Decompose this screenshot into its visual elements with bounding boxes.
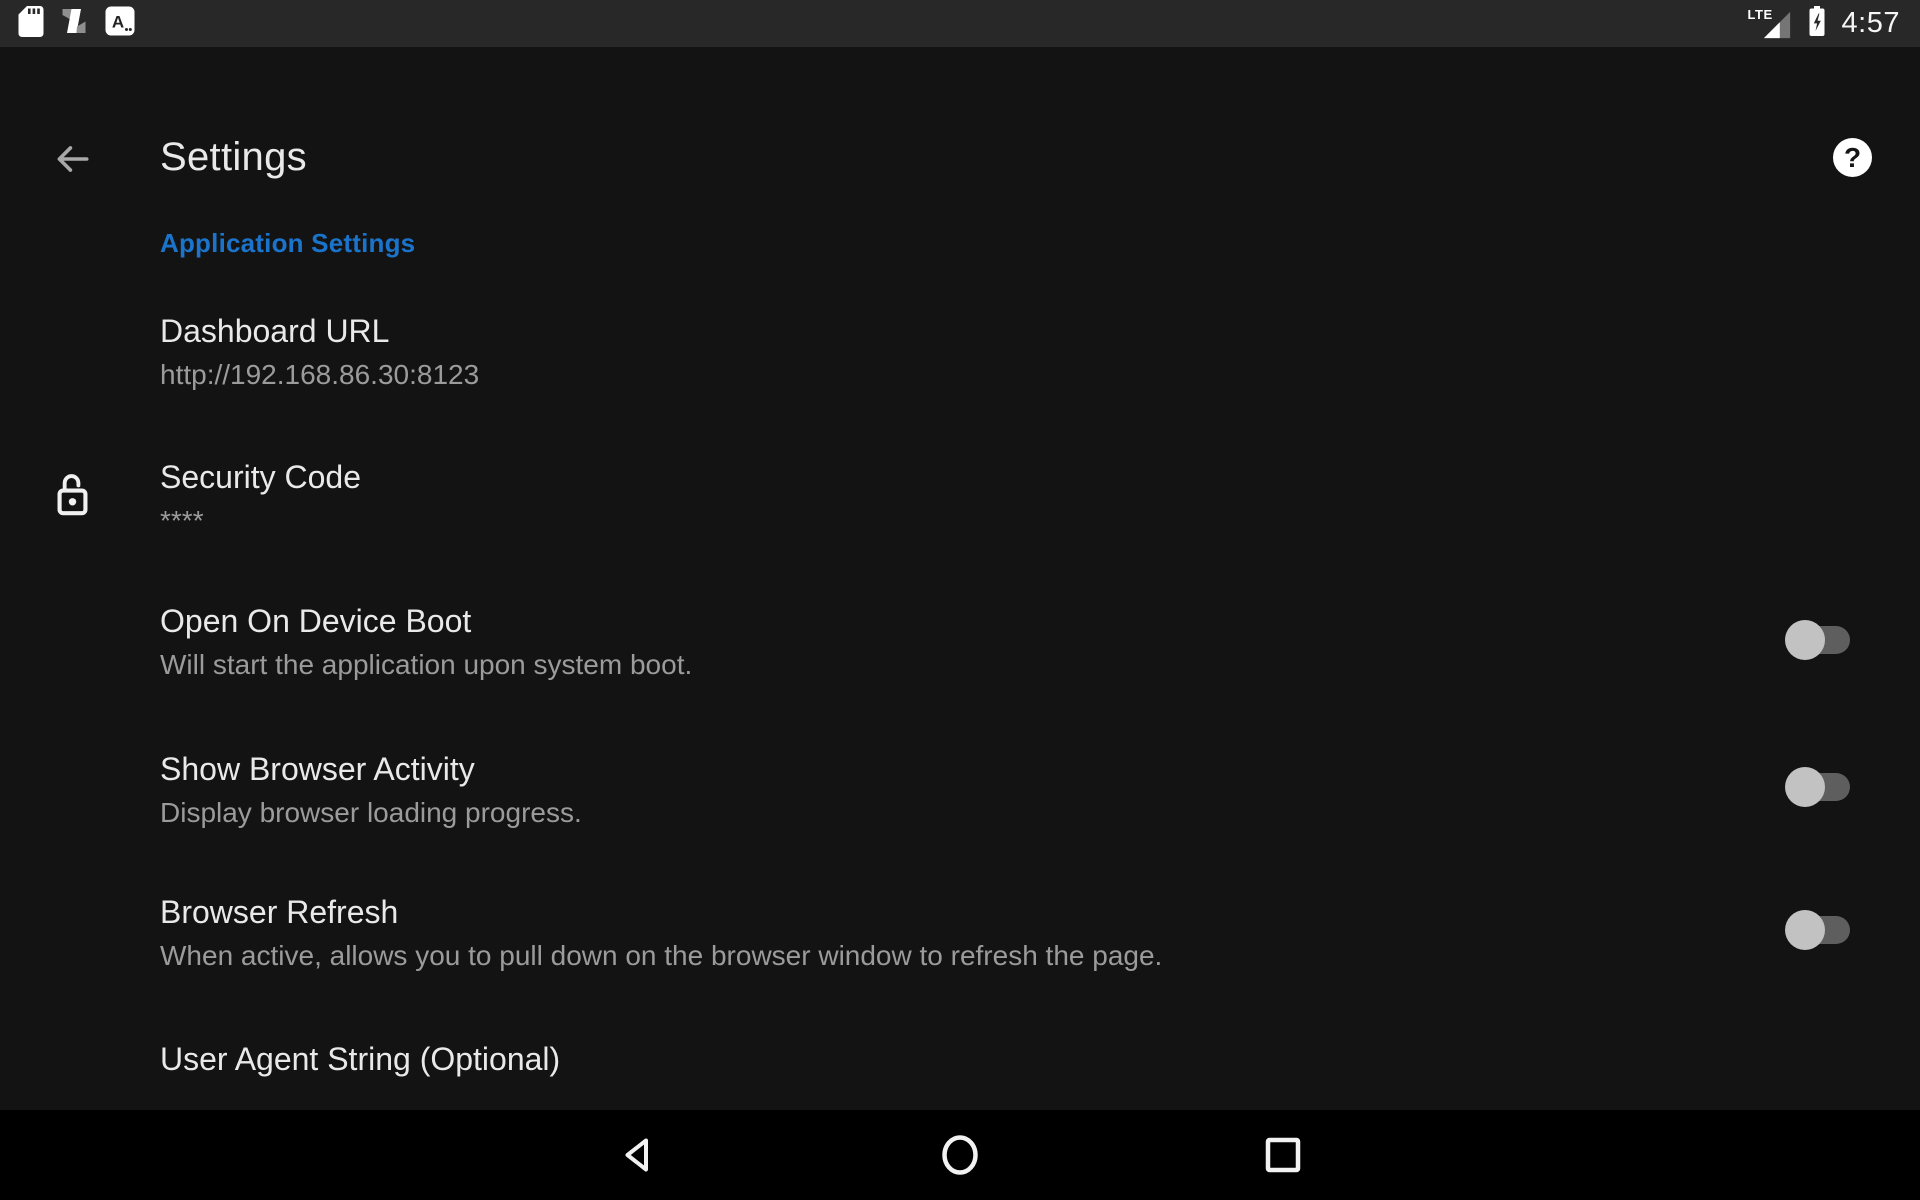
setting-row-open-on-device-boot[interactable]: Open On Device Boot Will start the appli… <box>0 600 1920 685</box>
setting-value: http://192.168.86.30:8123 <box>160 359 480 390</box>
page-title: Settings <box>160 135 307 179</box>
setting-description: When active, allows you to pull down on … <box>160 940 1163 971</box>
help-button[interactable]: ? <box>1833 138 1872 177</box>
battery-charging-icon <box>1808 6 1826 41</box>
a-app-icon: A <box>105 6 135 41</box>
setting-title: User Agent String (Optional) <box>160 1041 561 1077</box>
setting-row-security-code[interactable]: Security Code **** <box>0 456 1920 541</box>
status-bar: A LTE 4:57 <box>0 0 1920 47</box>
setting-title: Browser Refresh <box>160 894 399 930</box>
setting-value-masked: **** <box>160 505 204 536</box>
setting-row-dashboard-url[interactable]: Dashboard URL http://192.168.86.30:8123 <box>0 310 1920 395</box>
android-n-icon <box>59 6 90 41</box>
setting-row-user-agent-string[interactable]: User Agent String (Optional) <box>0 1038 1920 1080</box>
toggle-thumb <box>1785 620 1825 660</box>
toggle-open-on-device-boot[interactable] <box>1785 620 1850 660</box>
nav-back-icon[interactable] <box>618 1133 656 1177</box>
setting-title: Security Code <box>160 459 361 495</box>
setting-title: Show Browser Activity <box>160 751 475 787</box>
toggle-thumb <box>1785 910 1825 950</box>
app-bar: Settings ? <box>0 47 1920 179</box>
lte-signal-icon: LTE <box>1748 7 1792 41</box>
setting-row-show-browser-activity[interactable]: Show Browser Activity Display browser lo… <box>0 748 1920 833</box>
nav-recents-icon[interactable] <box>1263 1135 1303 1175</box>
android-settings-screen: A LTE 4:57 Settings ? Application Settin… <box>0 0 1920 1200</box>
clock: 4:57 <box>1841 7 1900 39</box>
setting-description: Display browser loading progress. <box>160 797 582 828</box>
sd-card-icon <box>18 5 44 42</box>
back-arrow-icon[interactable] <box>52 139 92 179</box>
setting-title: Open On Device Boot <box>160 603 472 639</box>
setting-row-browser-refresh[interactable]: Browser Refresh When active, allows you … <box>0 891 1920 976</box>
section-header-application-settings: Application Settings <box>160 228 416 258</box>
setting-title: Dashboard URL <box>160 313 390 349</box>
svg-text:A: A <box>112 13 124 32</box>
toggle-browser-refresh[interactable] <box>1785 910 1850 950</box>
navigation-bar <box>0 1110 1920 1200</box>
lock-open-icon <box>56 470 89 527</box>
status-bar-system-icons: LTE 4:57 <box>1748 6 1900 41</box>
nav-home-icon[interactable] <box>939 1132 981 1178</box>
setting-description: Will start the application upon system b… <box>160 649 693 680</box>
help-icon: ? <box>1843 141 1862 173</box>
status-bar-notification-icons: A <box>18 5 135 42</box>
toggle-thumb <box>1785 767 1825 807</box>
toggle-show-browser-activity[interactable] <box>1785 767 1850 807</box>
